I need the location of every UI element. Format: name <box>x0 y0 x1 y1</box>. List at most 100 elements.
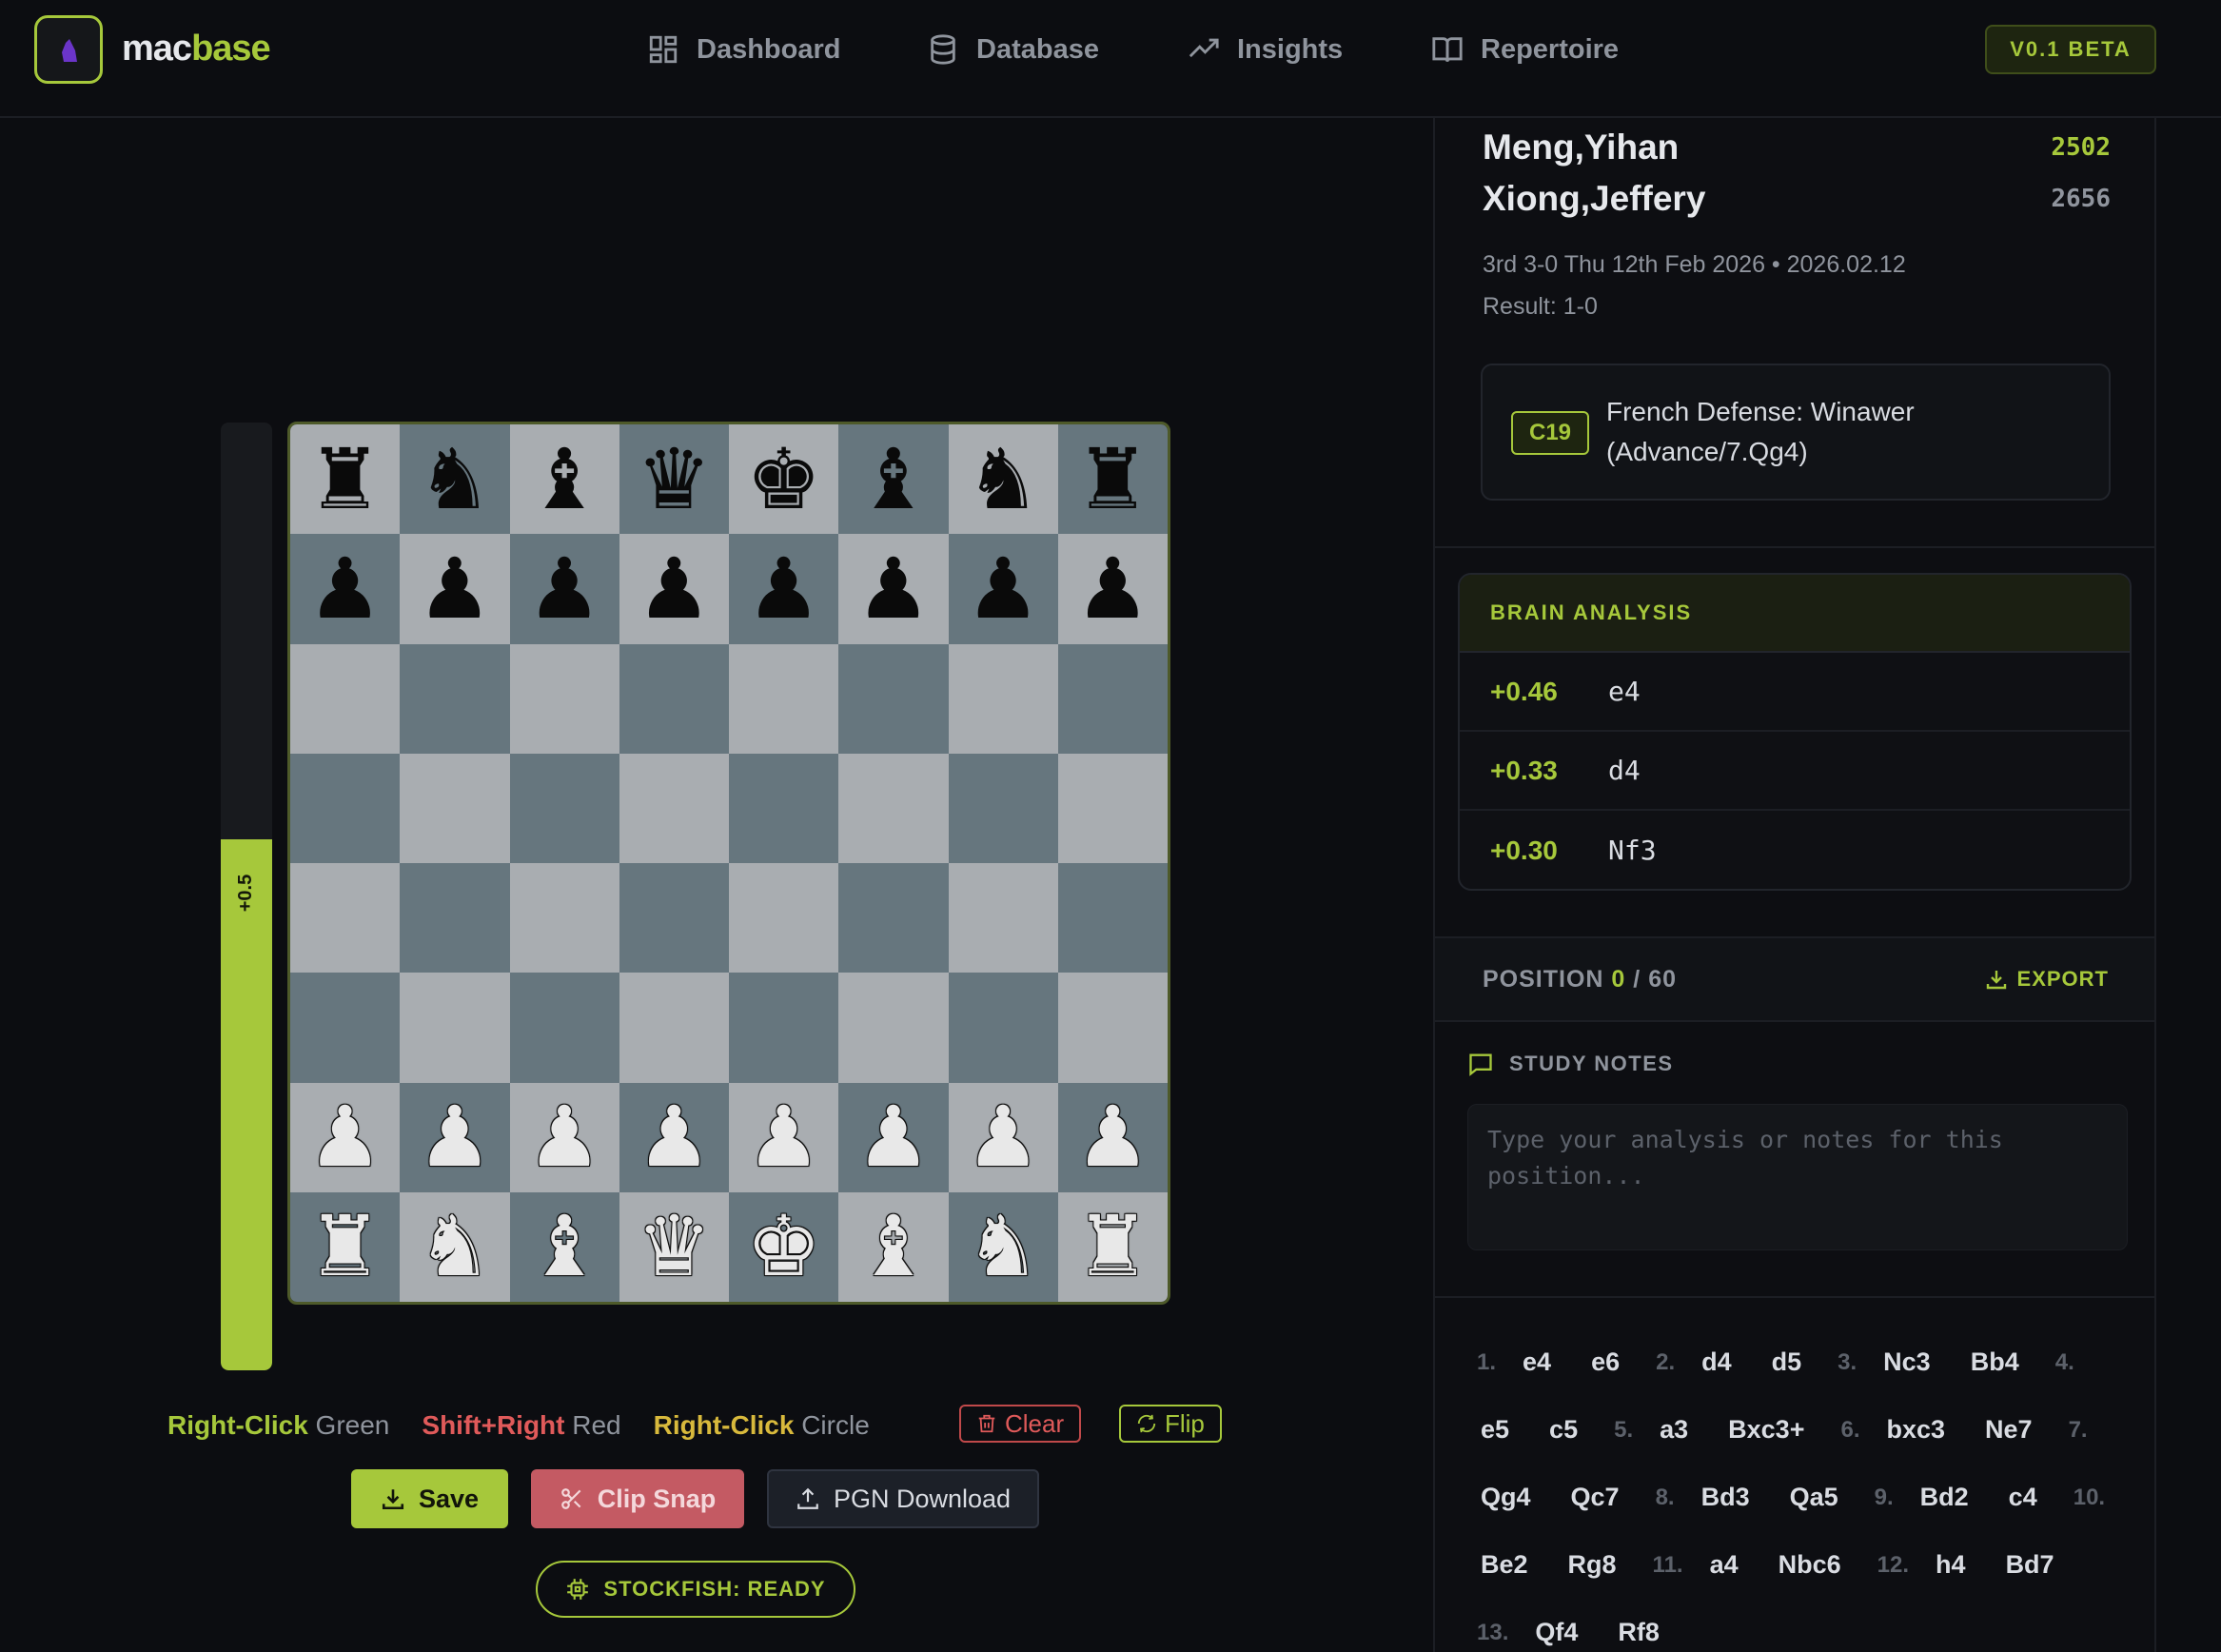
chess-piece[interactable]: ♟ <box>855 1095 931 1179</box>
chess-piece[interactable]: ♟ <box>746 546 821 631</box>
board-square[interactable]: ♜ <box>1057 1191 1168 1302</box>
chess-piece[interactable]: ♛ <box>637 437 712 521</box>
board-square[interactable]: ♟ <box>509 534 619 644</box>
board-square[interactable] <box>729 643 839 754</box>
clear-button[interactable]: Clear <box>959 1405 1082 1443</box>
board-square[interactable] <box>1057 753 1168 863</box>
board-square[interactable] <box>948 863 1058 974</box>
chess-piece[interactable]: ♜ <box>1075 1205 1150 1288</box>
analysis-line[interactable]: +0.46 e4 <box>1460 653 2130 732</box>
chess-piece[interactable]: ♛ <box>637 1205 712 1288</box>
board-square[interactable]: ♜ <box>1057 424 1168 535</box>
chess-piece[interactable]: ♝ <box>527 437 602 521</box>
board-square[interactable] <box>1057 863 1168 974</box>
board-square[interactable]: ♟ <box>948 1082 1058 1192</box>
white-player-name[interactable]: Meng,Yihan <box>1483 128 1679 167</box>
board-square[interactable] <box>948 973 1058 1083</box>
move[interactable]: Nc3 <box>1872 1328 1942 1396</box>
move[interactable]: a4 <box>1699 1531 1750 1599</box>
board-square[interactable]: ♟ <box>400 1082 510 1192</box>
move[interactable]: e5 <box>1469 1396 1521 1464</box>
flip-button[interactable]: Flip <box>1119 1405 1222 1443</box>
chess-piece[interactable]: ♟ <box>637 1095 712 1179</box>
board-square[interactable]: ♟ <box>948 534 1058 644</box>
board-square[interactable]: ♟ <box>619 534 729 644</box>
chess-piece[interactable]: ♝ <box>855 1205 931 1288</box>
save-button[interactable]: Save <box>351 1469 508 1528</box>
chess-piece[interactable]: ♟ <box>527 546 602 631</box>
board-square[interactable] <box>400 973 510 1083</box>
board-square[interactable]: ♞ <box>948 1191 1058 1302</box>
chess-piece[interactable]: ♟ <box>966 546 1041 631</box>
move[interactable]: d4 <box>1690 1328 1743 1396</box>
board-square[interactable]: ♝ <box>509 424 619 535</box>
board-square[interactable] <box>729 973 839 1083</box>
chess-piece[interactable]: ♞ <box>417 437 492 521</box>
analysis-line[interactable]: +0.30 Nf3 <box>1460 811 2130 889</box>
chess-piece[interactable]: ♟ <box>1075 1095 1150 1179</box>
board-square[interactable]: ♚ <box>729 1191 839 1302</box>
move[interactable]: bxc3 <box>1876 1396 1957 1464</box>
analysis-line[interactable]: +0.33 d4 <box>1460 732 2130 811</box>
board-square[interactable] <box>838 643 949 754</box>
move[interactable]: Qc7 <box>1560 1464 1631 1531</box>
nav-dashboard[interactable]: Dashboard <box>647 27 840 72</box>
clip-snap-button[interactable]: Clip Snap <box>531 1469 744 1528</box>
chess-piece[interactable]: ♞ <box>966 437 1041 521</box>
board-square[interactable] <box>838 863 949 974</box>
move[interactable]: e4 <box>1511 1328 1563 1396</box>
chess-piece[interactable]: ♜ <box>307 1205 383 1288</box>
chess-piece[interactable]: ♟ <box>966 1095 1041 1179</box>
board-square[interactable] <box>400 643 510 754</box>
board-square[interactable]: ♞ <box>400 1191 510 1302</box>
chess-piece[interactable]: ♜ <box>307 437 383 521</box>
board-square[interactable] <box>948 753 1058 863</box>
board-square[interactable]: ♟ <box>290 534 401 644</box>
board-square[interactable] <box>619 863 729 974</box>
move[interactable]: h4 <box>1924 1531 1977 1599</box>
board-square[interactable] <box>400 863 510 974</box>
board-square[interactable] <box>400 753 510 863</box>
board-square[interactable] <box>619 973 729 1083</box>
board-square[interactable]: ♟ <box>509 1082 619 1192</box>
chess-piece[interactable]: ♟ <box>307 546 383 631</box>
move[interactable]: Ne7 <box>1974 1396 2044 1464</box>
move[interactable]: Bb4 <box>1959 1328 2031 1396</box>
board-square[interactable]: ♟ <box>290 1082 401 1192</box>
board-square[interactable]: ♟ <box>838 534 949 644</box>
move[interactable]: Rf8 <box>1606 1599 1671 1652</box>
chess-piece[interactable]: ♟ <box>746 1095 821 1179</box>
move[interactable]: Bd3 <box>1690 1464 1761 1531</box>
chess-piece[interactable]: ♟ <box>1075 546 1150 631</box>
chess-piece[interactable]: ♟ <box>855 546 931 631</box>
chess-piece[interactable]: ♟ <box>417 546 492 631</box>
board-square[interactable]: ♟ <box>729 1082 839 1192</box>
move[interactable]: Qa5 <box>1779 1464 1850 1531</box>
board-square[interactable]: ♟ <box>1057 534 1168 644</box>
logo-icon[interactable] <box>34 15 103 84</box>
board-square[interactable]: ♝ <box>838 1191 949 1302</box>
board-square[interactable] <box>619 643 729 754</box>
study-notes-input[interactable] <box>1467 1104 2128 1250</box>
chess-piece[interactable]: ♜ <box>1075 437 1150 521</box>
nav-insights[interactable]: Insights <box>1188 27 1343 72</box>
move[interactable]: Bd7 <box>1995 1531 2066 1599</box>
board-square[interactable] <box>838 753 949 863</box>
move[interactable]: Be2 <box>1469 1531 1540 1599</box>
board-square[interactable]: ♟ <box>729 534 839 644</box>
nav-database[interactable]: Database <box>927 27 1099 72</box>
board-square[interactable] <box>290 973 401 1083</box>
board-square[interactable] <box>1057 973 1168 1083</box>
board-square[interactable] <box>838 973 949 1083</box>
board-square[interactable]: ♟ <box>1057 1082 1168 1192</box>
chess-piece[interactable]: ♟ <box>637 546 712 631</box>
board-square[interactable]: ♞ <box>400 424 510 535</box>
board-square[interactable] <box>729 863 839 974</box>
board-square[interactable] <box>509 973 619 1083</box>
move[interactable]: e6 <box>1580 1328 1631 1396</box>
chess-piece[interactable]: ♞ <box>966 1205 1041 1288</box>
board-square[interactable] <box>1057 643 1168 754</box>
chess-piece[interactable]: ♝ <box>855 437 931 521</box>
board-square[interactable]: ♜ <box>290 1191 401 1302</box>
move[interactable]: d5 <box>1760 1328 1814 1396</box>
